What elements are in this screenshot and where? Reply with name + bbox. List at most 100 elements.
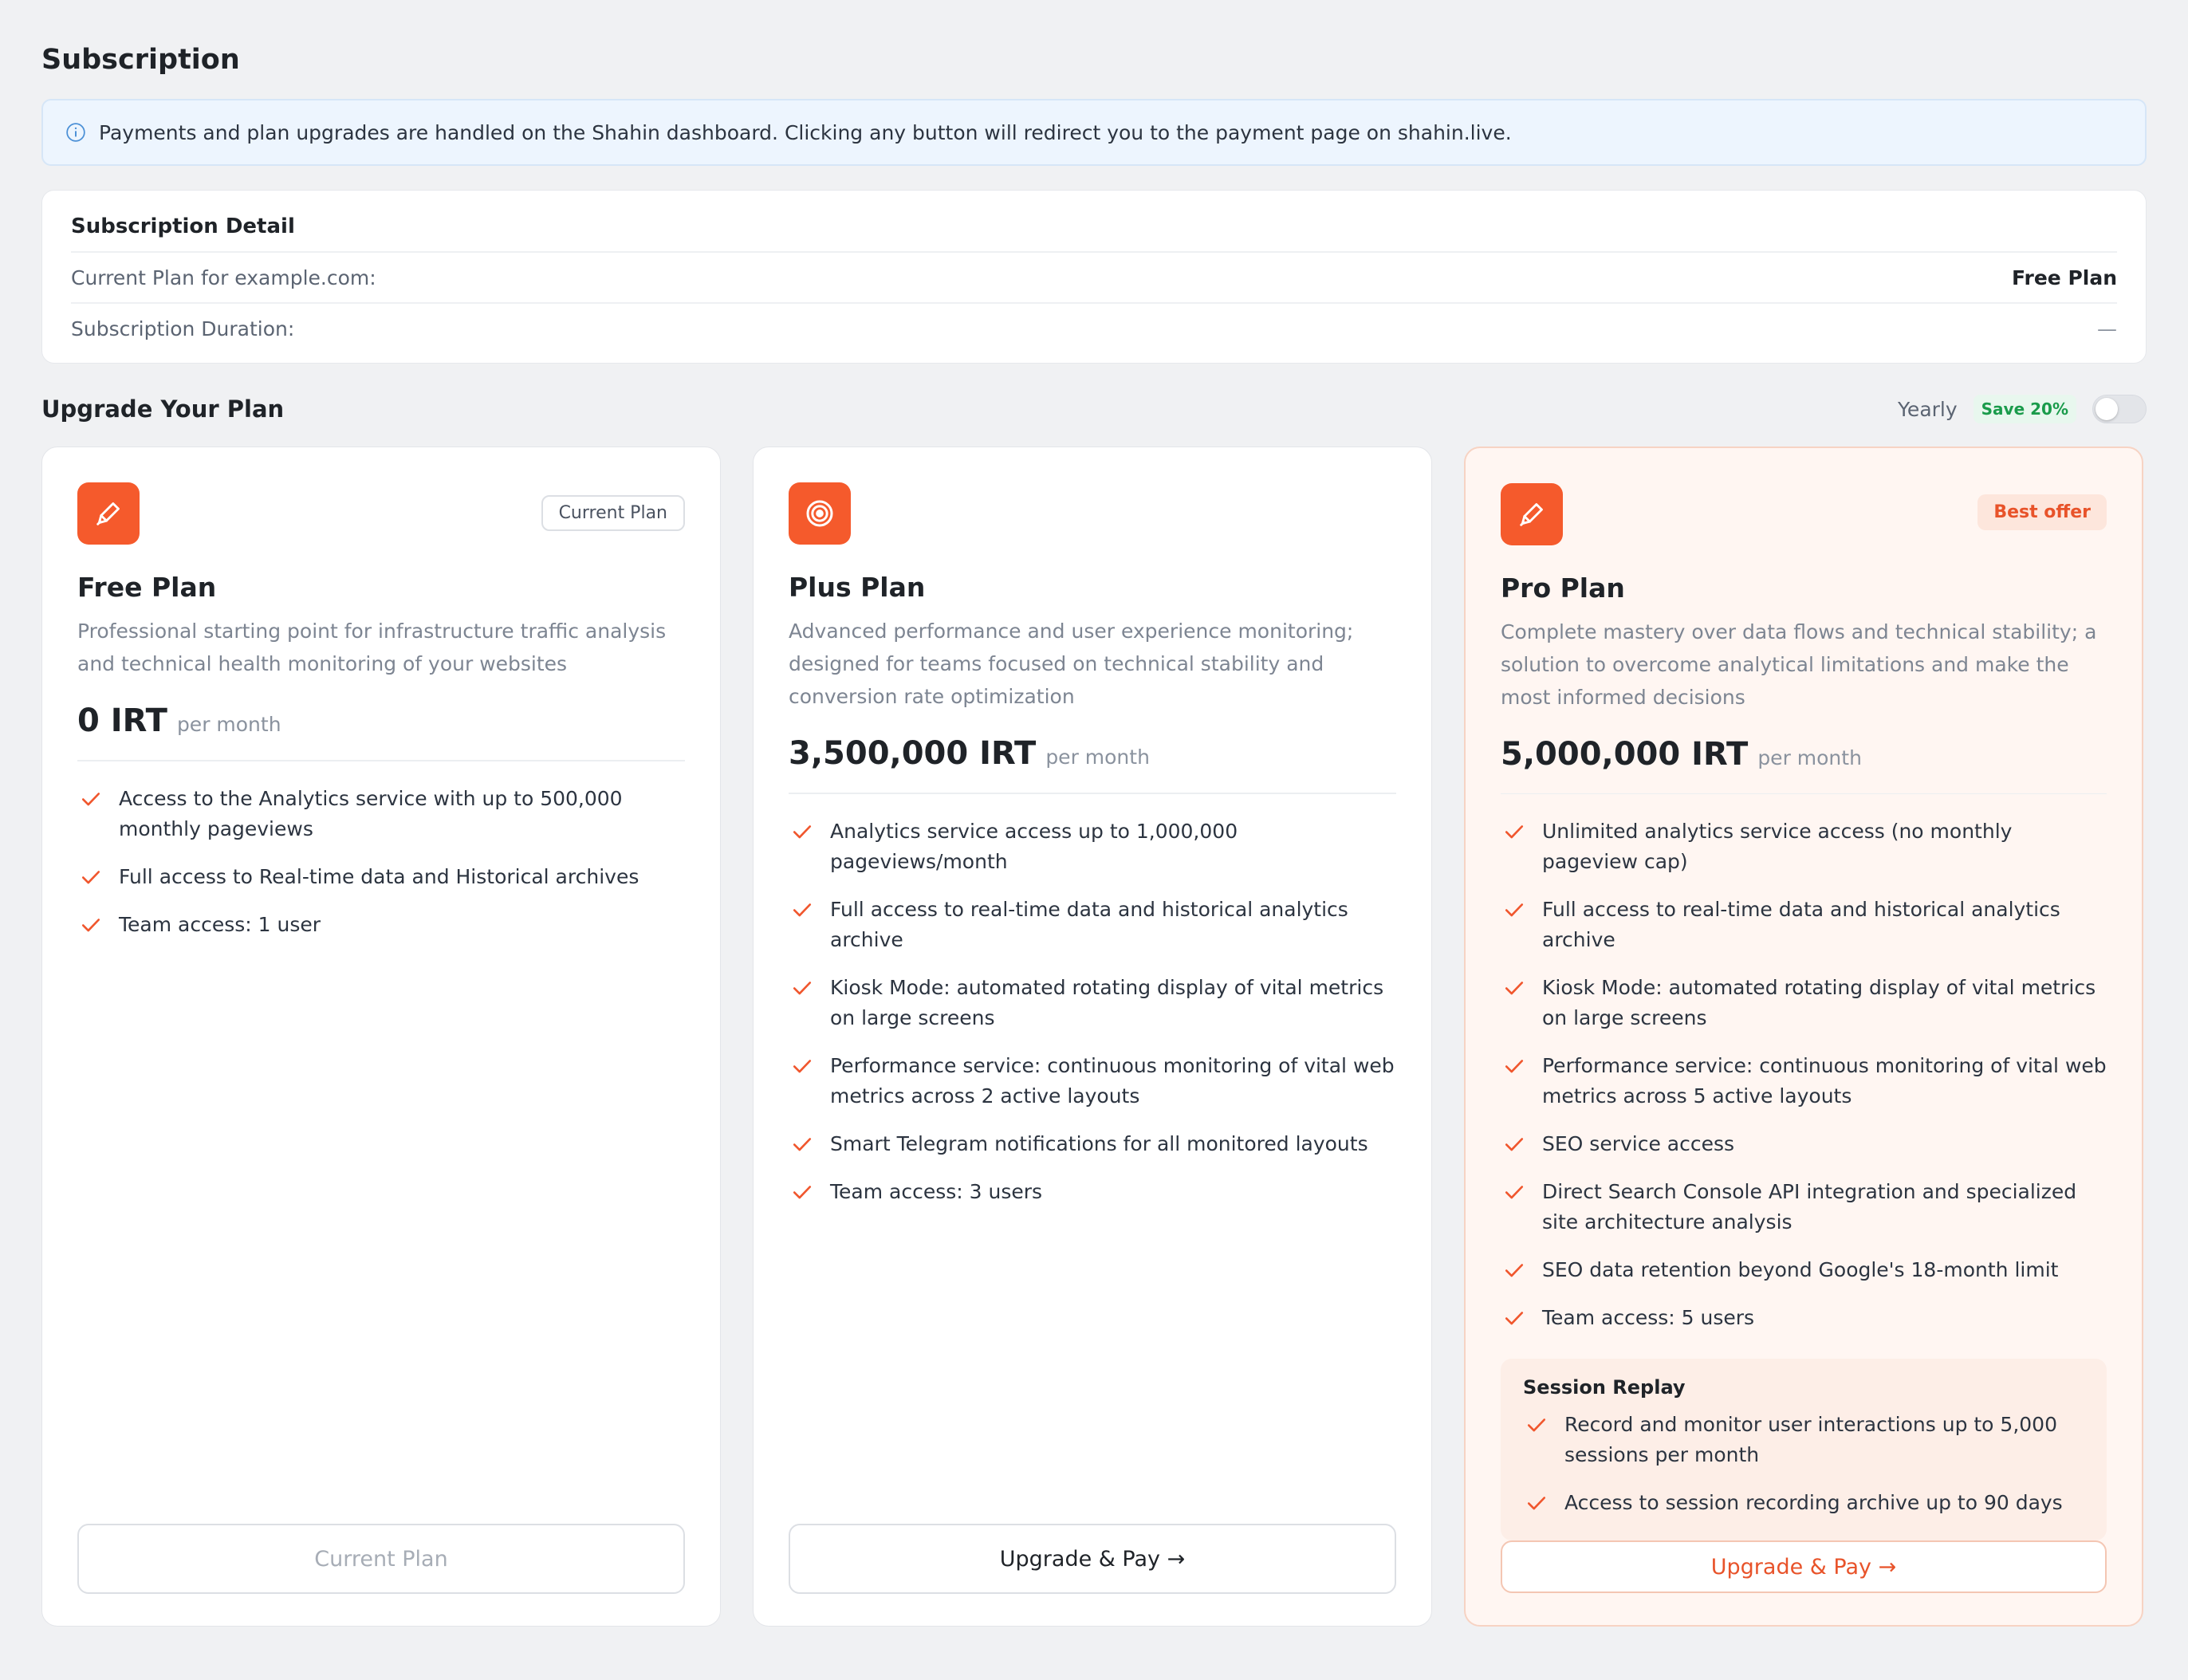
plan-price: 0 IRT per month xyxy=(77,702,685,739)
check-icon xyxy=(1505,1138,1524,1151)
list-item: Kiosk Mode: automated rotating display o… xyxy=(789,973,1396,1033)
feature-text: Team access: 5 users xyxy=(1542,1306,1755,1330)
billing-period-switch: Yearly Save 20% xyxy=(1898,395,2147,423)
price-amount: 5,000,000 IRT xyxy=(1501,736,1749,773)
feature-text: Performance service: continuous monitori… xyxy=(1542,1054,2107,1108)
feature-text: Team access: 1 user xyxy=(119,913,321,936)
list-item: Team access: 3 users xyxy=(789,1177,1396,1207)
plan-price: 3,500,000 IRT per month xyxy=(789,735,1396,772)
feature-text: Team access: 3 users xyxy=(830,1180,1043,1203)
info-notice: Payments and plan upgrades are handled o… xyxy=(41,99,2147,166)
check-icon xyxy=(1505,1186,1524,1199)
list-item: Smart Telegram notifications for all mon… xyxy=(789,1129,1396,1159)
price-amount: 0 IRT xyxy=(77,702,167,739)
list-item: Full access to real-time data and histor… xyxy=(1501,895,2107,955)
pen-icon xyxy=(1501,483,1563,545)
save-badge: Save 20% xyxy=(1973,395,2076,423)
check-icon xyxy=(1527,1418,1546,1432)
feature-text: Kiosk Mode: automated rotating display o… xyxy=(1542,976,2096,1030)
check-icon xyxy=(793,825,812,839)
list-item: Full access to real-time data and histor… xyxy=(789,895,1396,955)
check-icon xyxy=(81,919,100,932)
feature-list: Access to the Analytics service with up … xyxy=(77,784,685,958)
feature-text: SEO data retention beyond Google's 18-mo… xyxy=(1542,1258,2059,1282)
best-offer-badge: Best offer xyxy=(1977,494,2107,530)
check-icon xyxy=(1505,825,1524,839)
price-period: per month xyxy=(176,713,281,736)
check-icon xyxy=(1505,982,1524,995)
list-item: Access to session recording archive up t… xyxy=(1523,1488,2084,1518)
check-icon xyxy=(793,1138,812,1151)
current-plan-value: Free Plan xyxy=(2012,266,2117,289)
plan-description: Professional starting point for infrastr… xyxy=(77,620,667,675)
feature-text: Analytics service access up to 1,000,000… xyxy=(830,820,1238,873)
check-icon xyxy=(793,1060,812,1073)
notice-text: Payments and plan upgrades are handled o… xyxy=(99,120,1512,144)
divider xyxy=(789,793,1396,794)
list-item: SEO service access xyxy=(1501,1129,2107,1159)
feature-list: Unlimited analytics service access (no m… xyxy=(1501,816,2107,1351)
plan-card-free: Current Plan Free Plan Professional star… xyxy=(41,447,721,1627)
plan-name: Plus Plan xyxy=(789,572,926,603)
subscription-detail-panel: Subscription Detail Current Plan for exa… xyxy=(41,190,2147,364)
feature-text: Access to session recording archive up t… xyxy=(1564,1491,2063,1515)
plan-description: Advanced performance and user experience… xyxy=(789,620,1354,708)
plan-description: Complete mastery over data flows and tec… xyxy=(1501,620,2097,709)
feature-text: Full access to real-time data and histor… xyxy=(830,898,1348,951)
list-item: Full access to Real-time data and Histor… xyxy=(77,862,685,892)
upgrade-pay-button-pro[interactable]: Upgrade & Pay → xyxy=(1501,1540,2107,1593)
upgrade-title: Upgrade Your Plan xyxy=(41,395,285,423)
price-amount: 3,500,000 IRT xyxy=(789,735,1037,772)
check-icon xyxy=(1505,1060,1524,1073)
feature-list: Analytics service access up to 1,000,000… xyxy=(789,816,1396,1225)
pen-icon xyxy=(77,482,140,545)
current-plan-button[interactable]: Current Plan xyxy=(77,1524,685,1594)
yearly-label: Yearly xyxy=(1897,397,1958,421)
list-item: Unlimited analytics service access (no m… xyxy=(1501,816,2107,877)
plan-name: Pro Plan xyxy=(1501,572,1625,604)
divider xyxy=(77,760,685,761)
feature-text: Performance service: continuous monitori… xyxy=(830,1054,1395,1108)
feature-text: Access to the Analytics service with up … xyxy=(119,787,623,840)
upgrade-header: Upgrade Your Plan Yearly Save 20% xyxy=(41,392,2147,426)
list-item: Team access: 5 users xyxy=(1501,1303,2107,1333)
feature-text: SEO service access xyxy=(1542,1132,1735,1156)
info-icon xyxy=(66,123,85,142)
list-item: Analytics service access up to 1,000,000… xyxy=(789,816,1396,877)
check-icon xyxy=(793,982,812,995)
detail-row-duration: Subscription Duration: — xyxy=(71,302,2117,353)
page-title: Subscription xyxy=(41,44,240,76)
check-icon xyxy=(1505,1264,1524,1277)
check-icon xyxy=(1505,1312,1524,1325)
feature-text: Kiosk Mode: automated rotating display o… xyxy=(830,976,1384,1029)
divider xyxy=(1501,793,2107,795)
duration-value: — xyxy=(2097,317,2117,340)
upgrade-pay-button-plus[interactable]: Upgrade & Pay → xyxy=(789,1524,1396,1594)
check-icon xyxy=(1527,1497,1546,1510)
feature-text: Smart Telegram notifications for all mon… xyxy=(830,1132,1368,1155)
feature-text: Full access to real-time data and histor… xyxy=(1542,898,2060,952)
feature-text: Record and monitor user interactions up … xyxy=(1564,1413,2057,1467)
plan-name: Free Plan xyxy=(77,572,217,603)
yearly-toggle[interactable] xyxy=(2092,395,2147,423)
list-item: Direct Search Console API integration an… xyxy=(1501,1177,2107,1237)
check-icon xyxy=(793,903,812,917)
detail-row-current-plan: Current Plan for example.com: Free Plan xyxy=(71,251,2117,302)
list-item: Access to the Analytics service with up … xyxy=(77,784,685,844)
plan-card-pro: Best offer Pro Plan Complete mastery ove… xyxy=(1464,447,2143,1627)
toggle-knob xyxy=(2096,398,2118,420)
subscription-detail-title: Subscription Detail xyxy=(71,214,295,238)
list-item: Record and monitor user interactions up … xyxy=(1523,1410,2084,1470)
list-item: Kiosk Mode: automated rotating display o… xyxy=(1501,973,2107,1033)
detail-label: Subscription Duration: xyxy=(71,317,295,340)
detail-label: Current Plan for example.com: xyxy=(71,266,376,289)
check-icon xyxy=(793,1186,812,1199)
plan-price: 5,000,000 IRT per month xyxy=(1501,736,2107,773)
check-icon xyxy=(81,871,100,884)
session-replay-box: Session Replay Record and monitor user i… xyxy=(1501,1359,2107,1541)
price-period: per month xyxy=(1757,746,1862,769)
list-item: Team access: 1 user xyxy=(77,910,685,940)
price-period: per month xyxy=(1045,746,1150,769)
feature-text: Full access to Real-time data and Histor… xyxy=(119,865,639,888)
session-feature-list: Record and monitor user interactions up … xyxy=(1523,1410,2084,1518)
